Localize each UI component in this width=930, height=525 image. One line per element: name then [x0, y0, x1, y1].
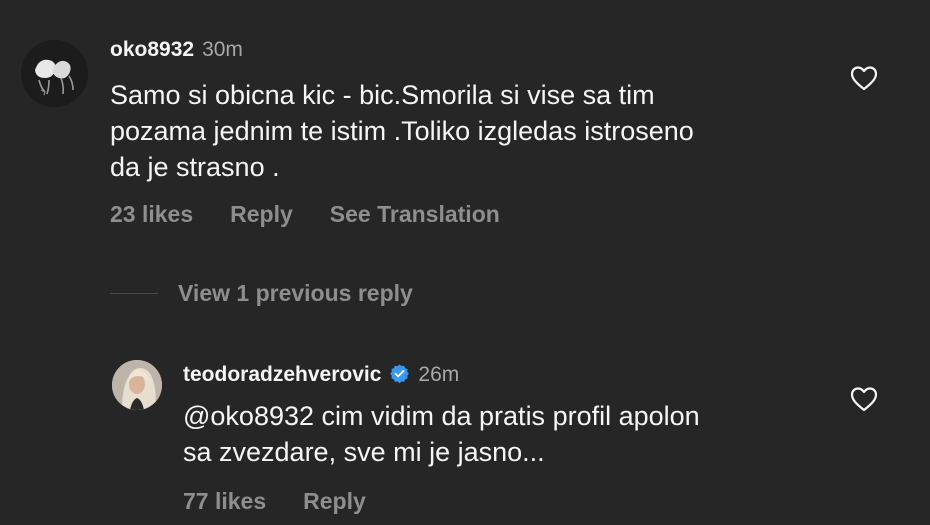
view-previous-replies[interactable]: View 1 previous reply	[110, 280, 413, 307]
reply-actions: 77 likes Reply	[183, 488, 366, 515]
comment-actions: 23 likes Reply See Translation	[110, 201, 500, 228]
comment-header: oko8932 30m	[110, 38, 243, 62]
likes-count[interactable]: 23 likes	[110, 201, 193, 228]
avatar[interactable]	[112, 360, 162, 410]
comment-username[interactable]: oko8932	[110, 38, 194, 62]
reply-timestamp: 26m	[418, 363, 460, 386]
divider-line	[110, 293, 158, 294]
heart-outline-icon[interactable]	[850, 65, 878, 91]
avatar[interactable]	[21, 40, 88, 107]
reply-button[interactable]: Reply	[303, 488, 366, 515]
doodle-avatar-icon	[21, 40, 88, 107]
comment-timestamp: 30m	[202, 38, 243, 61]
comment-text: Samo si obicna kic - bic.Smorila si vise…	[110, 80, 694, 182]
photo-avatar-icon	[112, 360, 162, 410]
verified-badge-icon	[390, 364, 410, 384]
likes-count[interactable]: 77 likes	[183, 488, 266, 515]
see-translation-button[interactable]: See Translation	[330, 201, 500, 228]
reply-header: teodoradzehverovic 26m	[183, 360, 459, 387]
reply-button[interactable]: Reply	[230, 201, 293, 228]
reply-username[interactable]: teodoradzehverovic	[183, 363, 381, 387]
view-replies-label[interactable]: View 1 previous reply	[178, 280, 413, 307]
heart-outline-icon[interactable]	[850, 386, 878, 412]
reply-text: @oko8932 cim vidim da pratis profil apol…	[183, 401, 700, 467]
